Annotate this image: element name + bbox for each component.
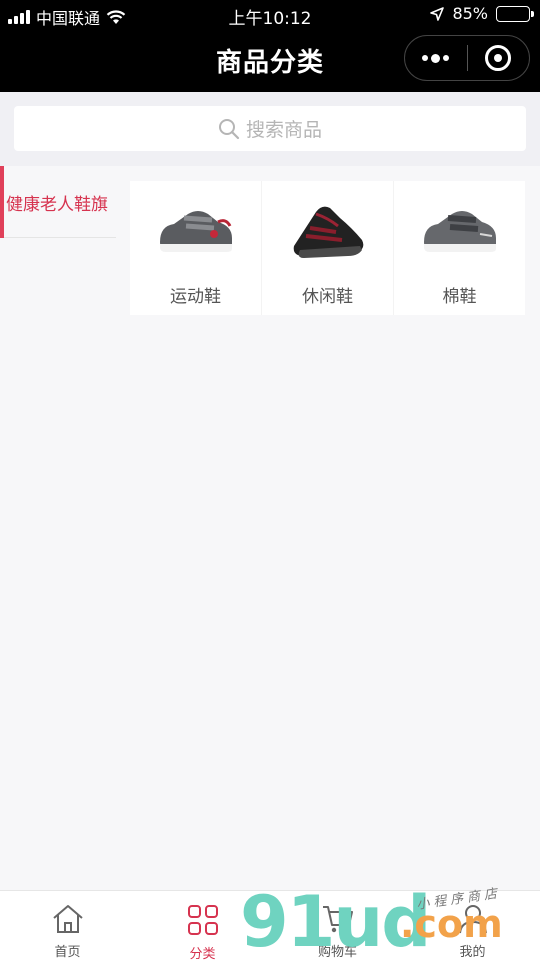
product-name: 棉鞋 (442, 287, 477, 307)
search-placeholder: 搜索商品 (245, 119, 322, 141)
home-icon (51, 903, 85, 935)
battery-percent: 85% (452, 4, 488, 23)
slipon-shoe-image (262, 195, 393, 265)
status-right: 85% (430, 4, 534, 23)
cart-icon (321, 903, 355, 935)
product-item[interactable]: 运动鞋 (130, 181, 262, 315)
search-area: 搜索商品 (0, 92, 540, 166)
tab-label: 购物车 (317, 945, 357, 960)
location-arrow-icon (430, 6, 445, 21)
tab-label: 分类 (189, 947, 216, 960)
product-item[interactable]: 休闲鞋 (262, 181, 394, 315)
battery-icon (496, 5, 534, 22)
more-dots-icon (422, 53, 450, 63)
active-indicator (0, 166, 4, 238)
close-miniprogram-button[interactable] (468, 36, 530, 80)
category-sidebar: 健康老人鞋旗 (0, 166, 116, 238)
tab-mine[interactable]: 我的 (405, 891, 540, 960)
close-target-icon (485, 45, 512, 71)
miniprogram-capsule (404, 35, 530, 81)
tab-bar: 首页 分类 购物车 我的 (0, 890, 540, 960)
tab-label: 我的 (459, 945, 486, 960)
tab-cart[interactable]: 购物车 (270, 891, 405, 960)
search-input[interactable]: 搜索商品 (14, 106, 526, 151)
tab-label: 首页 (54, 945, 81, 960)
tab-home[interactable]: 首页 (0, 891, 135, 960)
product-name: 运动鞋 (170, 287, 221, 307)
status-bar: 中国联通 上午10:12 85% (0, 0, 540, 30)
velcro-sneaker-image (394, 195, 525, 265)
sidebar-item-elderly-shoes[interactable]: 健康老人鞋旗 (0, 166, 116, 238)
sidebar-item-label: 健康老人鞋旗 (6, 195, 108, 215)
category-icon (186, 903, 220, 937)
sneaker-image (130, 195, 261, 265)
product-item[interactable]: 棉鞋 (394, 181, 525, 315)
more-button[interactable] (405, 36, 467, 80)
product-name: 休闲鞋 (302, 287, 353, 307)
user-icon (456, 903, 490, 935)
product-grid: 运动鞋 休闲鞋 棉鞋 (130, 181, 525, 315)
tab-category[interactable]: 分类 (135, 891, 270, 960)
search-icon (218, 118, 240, 139)
nav-bar: 商品分类 (0, 30, 540, 92)
